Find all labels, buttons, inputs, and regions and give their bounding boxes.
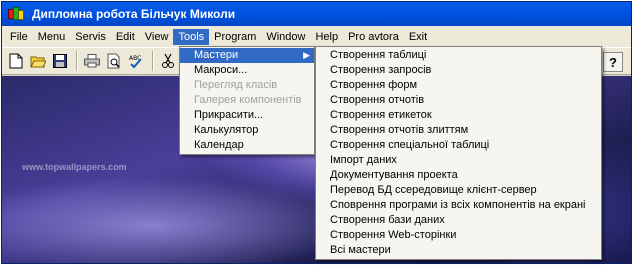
menu-pro-avtora[interactable]: Pro avtora — [343, 29, 404, 45]
new-document-icon[interactable] — [6, 51, 26, 71]
wizard-create-forms[interactable]: Створення форм — [316, 78, 601, 93]
menu-tools[interactable]: Tools — [173, 28, 210, 45]
menu-window[interactable]: Window — [261, 29, 310, 45]
wizards-submenu: Створення таблиці Створення запросів Ств… — [315, 46, 602, 260]
toolbar-separator — [76, 51, 78, 71]
wizard-build-application[interactable]: Споврення програми із всіх компонентів н… — [316, 198, 601, 213]
wizard-create-web-page[interactable]: Створення Web-сторінки — [316, 228, 601, 243]
tools-dropdown-menu: Мастери ▶ Макроси... Перегляд класів Гал… — [179, 46, 315, 155]
save-icon[interactable] — [50, 51, 70, 71]
spell-check-icon[interactable]: ABC — [126, 51, 146, 71]
print-preview-icon[interactable] — [104, 51, 124, 71]
menu-help[interactable]: Help — [310, 29, 343, 45]
menu-menu[interactable]: Menu — [33, 29, 71, 45]
wizard-create-reports[interactable]: Створення отчотів — [316, 93, 601, 108]
wizard-all-wizards[interactable]: Всі мастери — [316, 243, 601, 258]
menu-exit[interactable]: Exit — [404, 29, 432, 45]
wizard-upsize-client-server[interactable]: Перевод БД ссередовище клієнт-сервер — [316, 183, 601, 198]
wizard-document-project[interactable]: Документування проекта — [316, 168, 601, 183]
menu-program[interactable]: Program — [209, 29, 261, 45]
wizard-create-table[interactable]: Створення таблиці — [316, 48, 601, 63]
watermark-text: www.topwallpapers.com — [22, 162, 127, 172]
app-icon — [8, 6, 24, 22]
menu-item-calendar[interactable]: Календар — [180, 138, 314, 153]
wizard-create-labels[interactable]: Створення етикеток — [316, 108, 601, 123]
menu-item-label: Мастери — [194, 49, 239, 61]
menu-view[interactable]: View — [140, 29, 174, 45]
menu-item-class-browser: Перегляд класів — [194, 79, 278, 91]
menu-bar: File Menu Servis Edit View Tools Program… — [2, 26, 631, 47]
menu-servis[interactable]: Servis — [70, 29, 111, 45]
menu-item-macros[interactable]: Макроси... — [180, 63, 314, 78]
menu-item-component-gallery: Галерея компонентів — [194, 94, 302, 106]
wizard-create-database[interactable]: Створення бази даних — [316, 213, 601, 228]
menu-item-calculator[interactable]: Калькулятор — [180, 123, 314, 138]
wizard-import-data[interactable]: Імпорт даних — [316, 153, 601, 168]
title-bar[interactable]: Дипломна робота Більчук Миколи — [2, 2, 631, 26]
print-icon[interactable] — [82, 51, 102, 71]
wizard-create-special-table[interactable]: Створення спеціальної таблиці — [316, 138, 601, 153]
menu-item-decorate[interactable]: Прикрасити... — [180, 108, 314, 123]
wizard-create-merge-reports[interactable]: Створення отчотів злиттям — [316, 123, 601, 138]
menu-edit[interactable]: Edit — [111, 29, 140, 45]
menu-item-mastery[interactable]: Мастери ▶ — [180, 48, 314, 63]
open-folder-icon[interactable] — [28, 51, 48, 71]
wizard-create-queries[interactable]: Створення запросів — [316, 63, 601, 78]
menu-file[interactable]: File — [5, 29, 33, 45]
cut-icon[interactable] — [158, 51, 178, 71]
submenu-arrow-icon: ▶ — [303, 50, 310, 60]
window-title: Дипломна робота Більчук Миколи — [32, 7, 236, 21]
toolbar-separator — [152, 51, 154, 71]
help-button[interactable]: ? — [603, 52, 623, 72]
